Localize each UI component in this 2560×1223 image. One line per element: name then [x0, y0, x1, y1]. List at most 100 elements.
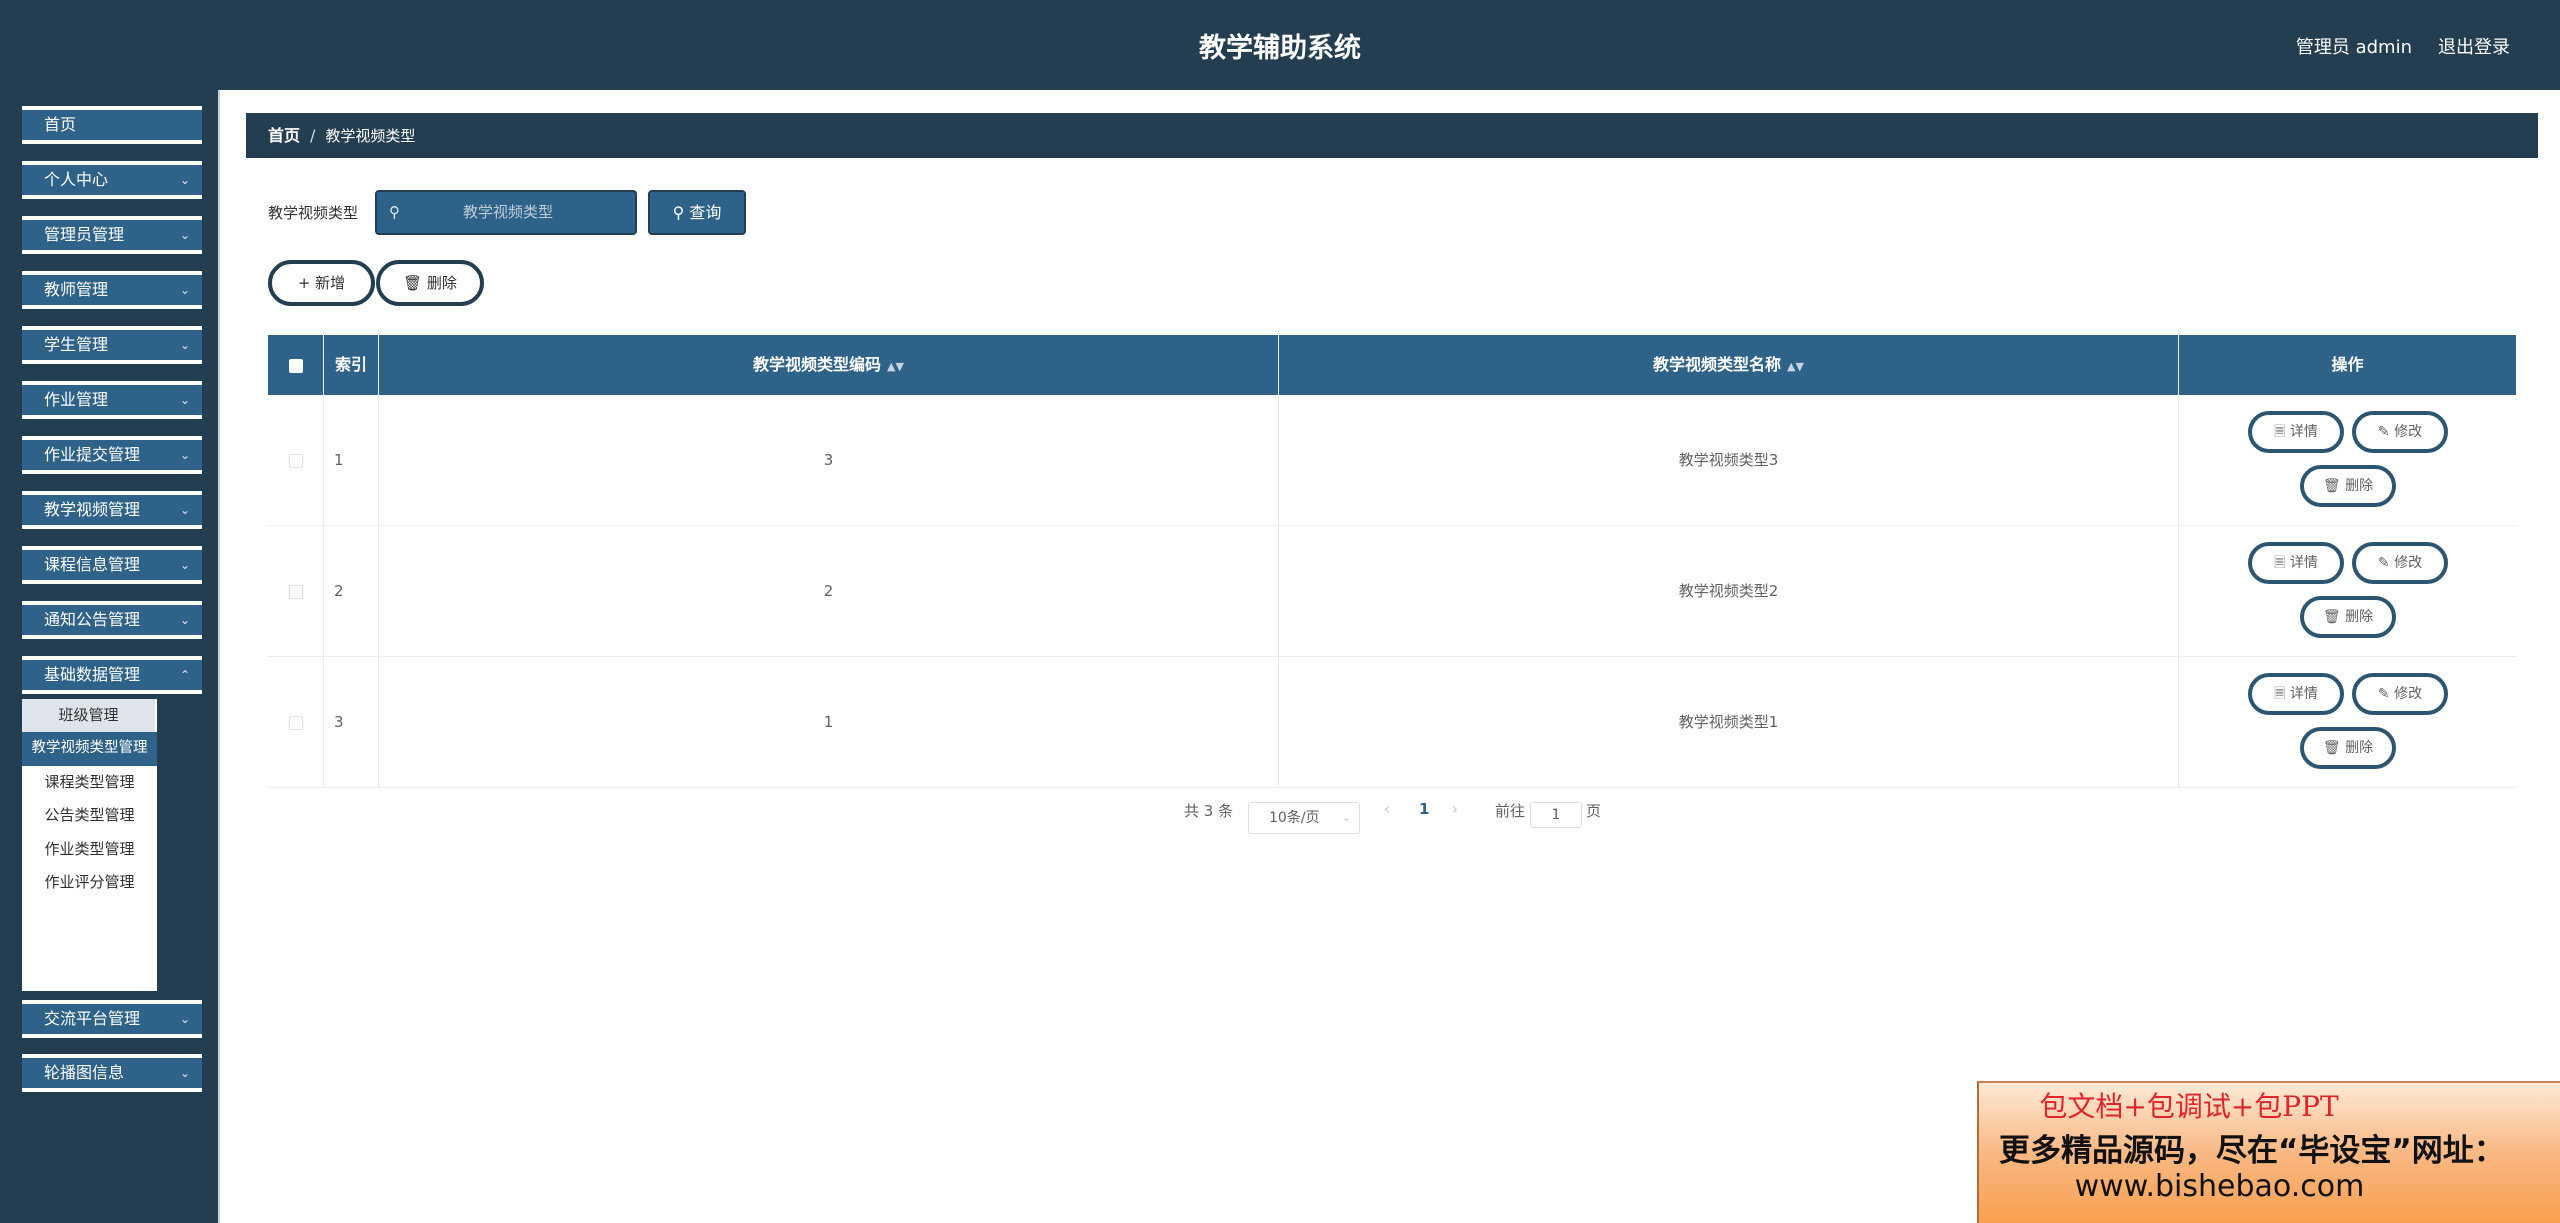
- cell-name: 教学视频类型3: [1279, 395, 2179, 525]
- pencil-icon: ✎: [2377, 555, 2390, 571]
- search-input[interactable]: ⚲ 教学视频类型: [375, 190, 637, 235]
- sidebar-item-label: 个人中心: [44, 170, 109, 189]
- delete-button[interactable]: 🗑 删除: [2300, 727, 2396, 769]
- sidebar-item-homework-management[interactable]: 作业管理 ⌄: [22, 381, 202, 419]
- detail-button[interactable]: 🗏 详情: [2248, 542, 2344, 584]
- checkbox-box: [288, 453, 303, 468]
- chevron-down-icon: ⌄: [179, 1012, 190, 1026]
- sidebar-item-admin-management[interactable]: 管理员管理 ⌄: [22, 216, 202, 254]
- select-all-checkbox[interactable]: [268, 335, 324, 395]
- sidebar-item-course-management[interactable]: 课程信息管理 ⌄: [22, 546, 202, 584]
- add-button-label: 新增: [315, 274, 346, 292]
- breadcrumb-separator: /: [310, 126, 316, 145]
- sidebar-item-home[interactable]: 首页: [22, 106, 202, 144]
- delete-button[interactable]: 🗑 删除: [2300, 465, 2396, 507]
- breadcrumb-home[interactable]: 首页: [268, 126, 300, 145]
- table-header: 索引 教学视频类型编码 ▲▼ 教学视频类型名称 ▲▼ 操作: [268, 335, 2516, 395]
- chevron-down-icon: ⌄: [179, 503, 190, 517]
- sidebar-item-notice-management[interactable]: 通知公告管理 ⌄: [22, 601, 202, 639]
- sidebar-item-label: 作业提交管理: [44, 445, 141, 464]
- delete-button-label: 删除: [2345, 740, 2374, 756]
- submenu-item-notice-type[interactable]: 公告类型管理: [22, 799, 157, 832]
- chevron-down-icon: ⌄: [179, 393, 190, 407]
- pagination-total: 共 3 条: [1184, 802, 1234, 820]
- table-row: 1 3 教学视频类型3 🗏 详情 ✎ 修改 🗑 删除: [268, 395, 2516, 526]
- batch-delete-label: 删除: [426, 274, 457, 292]
- goto-page-input[interactable]: 1: [1530, 802, 1582, 828]
- sidebar-item-submission-management[interactable]: 作业提交管理 ⌄: [22, 436, 202, 474]
- sidebar-item-video-management[interactable]: 教学视频管理 ⌄: [22, 491, 202, 529]
- goto-label: 前往: [1495, 802, 1526, 820]
- prev-page-icon[interactable]: ‹: [1384, 800, 1390, 818]
- sort-icon: ▲▼: [1787, 360, 1804, 373]
- delete-button[interactable]: 🗑 删除: [2300, 596, 2396, 638]
- submenu-item-class[interactable]: 班级管理: [22, 699, 155, 733]
- sidebar-item-label: 轮播图信息: [44, 1063, 125, 1082]
- sidebar-item-label: 课程信息管理: [44, 555, 141, 574]
- submenu-item-homework-type[interactable]: 作业类型管理: [22, 833, 157, 866]
- checkbox-box: [288, 358, 303, 373]
- chevron-down-icon: ⌄: [179, 338, 190, 352]
- detail-button[interactable]: 🗏 详情: [2248, 411, 2344, 453]
- column-header-code-label: 教学视频类型编码: [753, 355, 882, 374]
- sidebar-item-label: 学生管理: [44, 335, 109, 354]
- row-checkbox[interactable]: [268, 395, 324, 525]
- delete-button-label: 删除: [2345, 478, 2374, 494]
- column-header-index: 索引: [324, 335, 379, 395]
- page-number-current[interactable]: 1: [1419, 800, 1429, 818]
- sidebar-item-label: 通知公告管理: [44, 610, 141, 629]
- sidebar-item-personal-center[interactable]: 个人中心 ⌄: [22, 161, 202, 199]
- trash-icon: 🗑: [2322, 609, 2341, 625]
- edit-button[interactable]: ✎ 修改: [2352, 542, 2448, 584]
- submenu-item-video-type[interactable]: 教学视频类型管理: [22, 732, 157, 766]
- breadcrumb-current: 教学视频类型: [325, 127, 416, 145]
- logout-link[interactable]: 退出登录: [2438, 33, 2510, 59]
- submenu-item-course-type[interactable]: 课程类型管理: [22, 766, 157, 799]
- cell-index: 1: [324, 395, 379, 525]
- row-checkbox[interactable]: [268, 526, 324, 656]
- sidebar-item-basic-data[interactable]: 基础数据管理 ⌃: [22, 656, 202, 694]
- row-checkbox[interactable]: [268, 657, 324, 787]
- edit-button-label: 修改: [2394, 424, 2423, 440]
- cell-name: 教学视频类型2: [1279, 526, 2179, 656]
- pencil-icon: ✎: [2377, 686, 2390, 702]
- current-user: 管理员 admin: [2295, 37, 2412, 58]
- page-size-select[interactable]: 10条/页 ⌄: [1248, 802, 1360, 834]
- document-icon: 🗏: [2274, 424, 2286, 440]
- chevron-down-icon: ⌄: [179, 1066, 190, 1080]
- sidebar-item-label: 基础数据管理: [44, 665, 141, 684]
- delete-button-label: 删除: [2345, 609, 2374, 625]
- sidebar-item-forum-management[interactable]: 交流平台管理 ⌄: [22, 1000, 202, 1038]
- cell-name: 教学视频类型1: [1279, 657, 2179, 787]
- document-icon: 🗏: [2274, 686, 2286, 702]
- detail-button-label: 详情: [2289, 424, 2318, 440]
- plus-icon: +: [297, 274, 311, 292]
- search-label: 教学视频类型: [268, 204, 359, 222]
- query-button-label: 查询: [689, 203, 722, 222]
- chevron-down-icon: ⌄: [179, 228, 190, 242]
- edit-button-label: 修改: [2394, 555, 2423, 571]
- column-header-code[interactable]: 教学视频类型编码 ▲▼: [379, 335, 1279, 395]
- edit-button[interactable]: ✎ 修改: [2352, 673, 2448, 715]
- sidebar-item-teacher-management[interactable]: 教师管理 ⌄: [22, 271, 202, 309]
- query-button[interactable]: ⚲ 查询: [648, 190, 746, 235]
- submenu-item-homework-score[interactable]: 作业评分管理: [22, 866, 157, 899]
- chevron-down-icon: ⌄: [179, 173, 190, 187]
- cell-index: 3: [324, 657, 379, 787]
- next-page-icon[interactable]: ›: [1452, 800, 1458, 818]
- ad-banner: 包文档+包调试+包PPT 更多精品源码，尽在“毕设宝”网址： www.bishe…: [1977, 1081, 2560, 1223]
- sidebar-item-label: 教师管理: [44, 280, 109, 299]
- chevron-down-icon: ⌄: [1341, 811, 1351, 824]
- add-button[interactable]: + 新增: [268, 260, 375, 306]
- sidebar-item-student-management[interactable]: 学生管理 ⌄: [22, 326, 202, 364]
- cell-actions: 🗏 详情 ✎ 修改 🗑 删除: [2179, 526, 2516, 656]
- chevron-up-icon: ⌃: [179, 668, 190, 682]
- detail-button-label: 详情: [2289, 686, 2318, 702]
- banner-url: www.bishebao.com: [2074, 1169, 2365, 1204]
- edit-button[interactable]: ✎ 修改: [2352, 411, 2448, 453]
- search-icon: ⚲: [672, 203, 685, 222]
- detail-button[interactable]: 🗏 详情: [2248, 673, 2344, 715]
- batch-delete-button[interactable]: 🗑 删除: [376, 260, 484, 306]
- column-header-name[interactable]: 教学视频类型名称 ▲▼: [1279, 335, 2179, 395]
- sidebar-item-carousel[interactable]: 轮播图信息 ⌄: [22, 1054, 202, 1092]
